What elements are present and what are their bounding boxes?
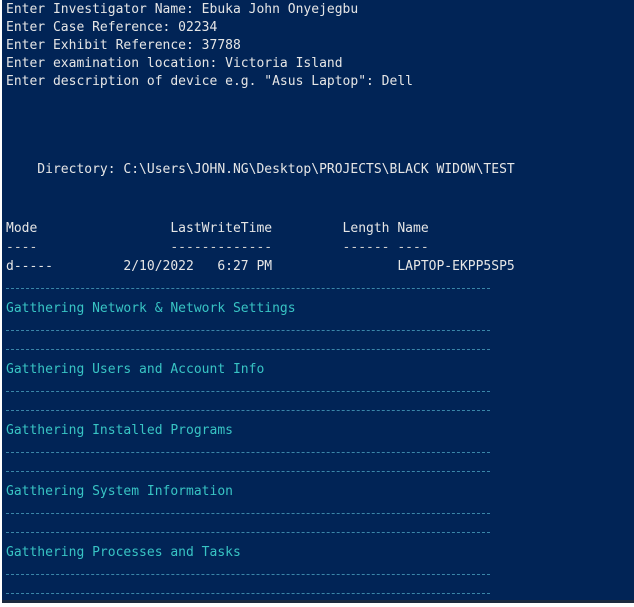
divider	[6, 532, 490, 533]
divider	[6, 410, 490, 411]
step-system-information: Gatthering System Information	[6, 484, 233, 499]
divider	[6, 593, 490, 594]
step-installed-programs: Gatthering Installed Programs	[6, 423, 233, 438]
divider	[6, 452, 490, 453]
step-network: Gatthering Network & Network Settings	[6, 301, 296, 316]
divider	[6, 349, 490, 350]
directory-path: Directory: C:\Users\JOHN.NG\Desktop\PROJ…	[6, 162, 515, 177]
divider	[6, 471, 490, 472]
prompt-investigator-name: Enter Investigator Name: Ebuka John Onye…	[6, 2, 359, 17]
divider	[6, 288, 490, 289]
divider	[6, 330, 490, 331]
step-processes: Gatthering Processes and Tasks	[6, 545, 241, 560]
divider	[6, 513, 490, 514]
prompt-case-reference: Enter Case Reference: 02234	[6, 20, 218, 35]
listing-underline: ---- ------------- ------ ----	[6, 240, 429, 255]
powershell-terminal[interactable]: Enter Investigator Name: Ebuka John Onye…	[0, 0, 634, 603]
divider	[6, 391, 490, 392]
step-users: Gatthering Users and Account Info	[6, 362, 265, 377]
listing-row: d----- 2/10/2022 6:27 PM LAPTOP-EKPP5SP5	[6, 259, 515, 274]
divider	[6, 574, 490, 575]
listing-header: Mode LastWriteTime Length Name	[6, 221, 429, 236]
prompt-examination-location: Enter examination location: Victoria Isl…	[6, 56, 343, 71]
prompt-exhibit-reference: Enter Exhibit Reference: 37788	[6, 38, 241, 53]
window-bottom-edge	[2, 600, 634, 603]
prompt-device-description: Enter description of device e.g. "Asus L…	[6, 74, 413, 89]
